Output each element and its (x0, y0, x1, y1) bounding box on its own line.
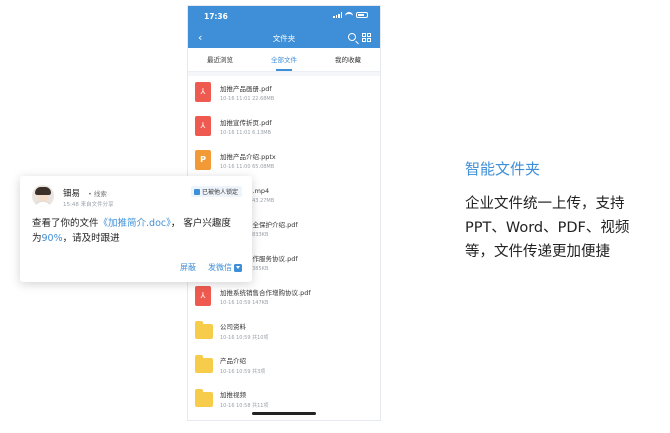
folder-icon (195, 389, 213, 407)
status-icons (333, 12, 368, 18)
battery-icon (356, 12, 368, 18)
file-name: 加推宣传折页.pdf (220, 119, 272, 127)
status-time: 17:36 (204, 12, 228, 21)
home-indicator (252, 412, 316, 415)
pdf-icon: ⅄ (195, 286, 211, 306)
avatar (32, 185, 54, 207)
file-name: 加推产品画册.pdf (220, 85, 272, 93)
body-suffix: ，请及时跟进 (62, 233, 120, 244)
notification-body: 查看了你的文件《加推简介.doc》， 客户兴趣度为90%，请及时跟进 (32, 216, 240, 246)
file-meta: 10-16 11:01 22.68MB (220, 96, 275, 102)
pdf-icon: ⅄ (195, 116, 211, 136)
feature-description: 企业文件统一上传，支持PPT、Word、PDF、视频等，文件传递更加便捷 (465, 196, 630, 260)
sender-tag: • 线索 (88, 190, 107, 198)
notification-actions: 屏蔽 发微信 (180, 262, 242, 273)
wifi-icon (345, 12, 353, 18)
file-link[interactable]: 《加推简介.doc》 (99, 218, 171, 229)
pdf-icon: ⅄ (195, 82, 211, 102)
file-meta: 10-16 10:59 共3项 (220, 369, 266, 375)
notification-meta: 15:48 来自文件分享 (63, 202, 114, 208)
file-item[interactable]: ⅄ 加推系统销售合作增购协议.pdf 10-16 10:59 147KB (188, 280, 380, 314)
file-name: 产品介绍 (220, 357, 246, 365)
search-icon[interactable] (348, 33, 356, 41)
file-meta: 10-16 10:59 147KB (220, 300, 269, 306)
locked-badge: 已被他人锁定 (190, 186, 242, 197)
folder-icon (195, 321, 213, 339)
file-meta: 10-16 11:01 6.13MB (220, 130, 271, 136)
notification-card[interactable]: 钿易 • 线索 15:48 来自文件分享 已被他人锁定 查看了你的文件《加推简介… (20, 176, 252, 282)
feature-title: 智能文件夹 (465, 160, 541, 178)
locked-badge-label: 已被他人锁定 (201, 189, 238, 196)
file-item[interactable]: ⅄ 加推宣传折页.pdf 10-16 11:01 6.13MB (188, 110, 380, 144)
wechat-button[interactable]: 发微信 (208, 262, 242, 273)
nav-bar: ‹ 文件夹 (188, 28, 380, 48)
interest-value: 90% (41, 233, 63, 244)
file-tabs: 最近浏览 全部文件 我的收藏 (188, 48, 380, 72)
folder-icon (195, 355, 213, 373)
wechat-button-label: 发微信 (208, 263, 232, 272)
body-prefix: 查看了你的文件 (32, 218, 99, 229)
file-item[interactable]: P 加推产品介绍.pptx 10-16 11:00 65.08MB (188, 144, 380, 178)
file-item[interactable]: 客户案例 (188, 416, 380, 420)
file-name: 加推视频 (220, 391, 246, 399)
file-meta: 10-16 10:58 共11项 (220, 403, 269, 409)
tab-favorites[interactable]: 我的收藏 (316, 48, 380, 71)
file-name: 加推产品介绍.pptx (220, 153, 276, 161)
file-name: 加推系统销售合作增购协议.pdf (220, 289, 311, 297)
app-header: 17:36 ‹ 文件夹 (188, 6, 380, 48)
file-meta: 10-16 11:00 65.08MB (220, 164, 275, 170)
file-name: 公司资料 (220, 323, 246, 331)
ppt-icon: P (195, 150, 211, 170)
file-item[interactable]: 产品介绍 10-16 10:59 共3项 (188, 348, 380, 382)
tab-all-files[interactable]: 全部文件 (252, 48, 316, 71)
tab-recent[interactable]: 最近浏览 (188, 48, 252, 71)
file-item[interactable]: 加推视频 10-16 10:58 共11项 (188, 382, 380, 416)
file-meta: 10-16 10:59 共10项 (220, 335, 269, 341)
block-button[interactable]: 屏蔽 (180, 262, 196, 273)
sender-name: 钿易 (63, 189, 81, 199)
file-item[interactable]: ⅄ 加推产品画册.pdf 10-16 11:01 22.68MB (188, 76, 380, 110)
file-item[interactable]: 公司资料 10-16 10:59 共10项 (188, 314, 380, 348)
page: 17:36 ‹ 文件夹 最近浏览 全部文件 我的收藏 ⅄ 加推产品画册.pdf 10… (0, 0, 670, 433)
grid-view-icon[interactable] (362, 33, 371, 42)
lock-icon (193, 188, 200, 195)
signal-icon (333, 12, 342, 18)
chevron-down-icon (234, 263, 242, 272)
